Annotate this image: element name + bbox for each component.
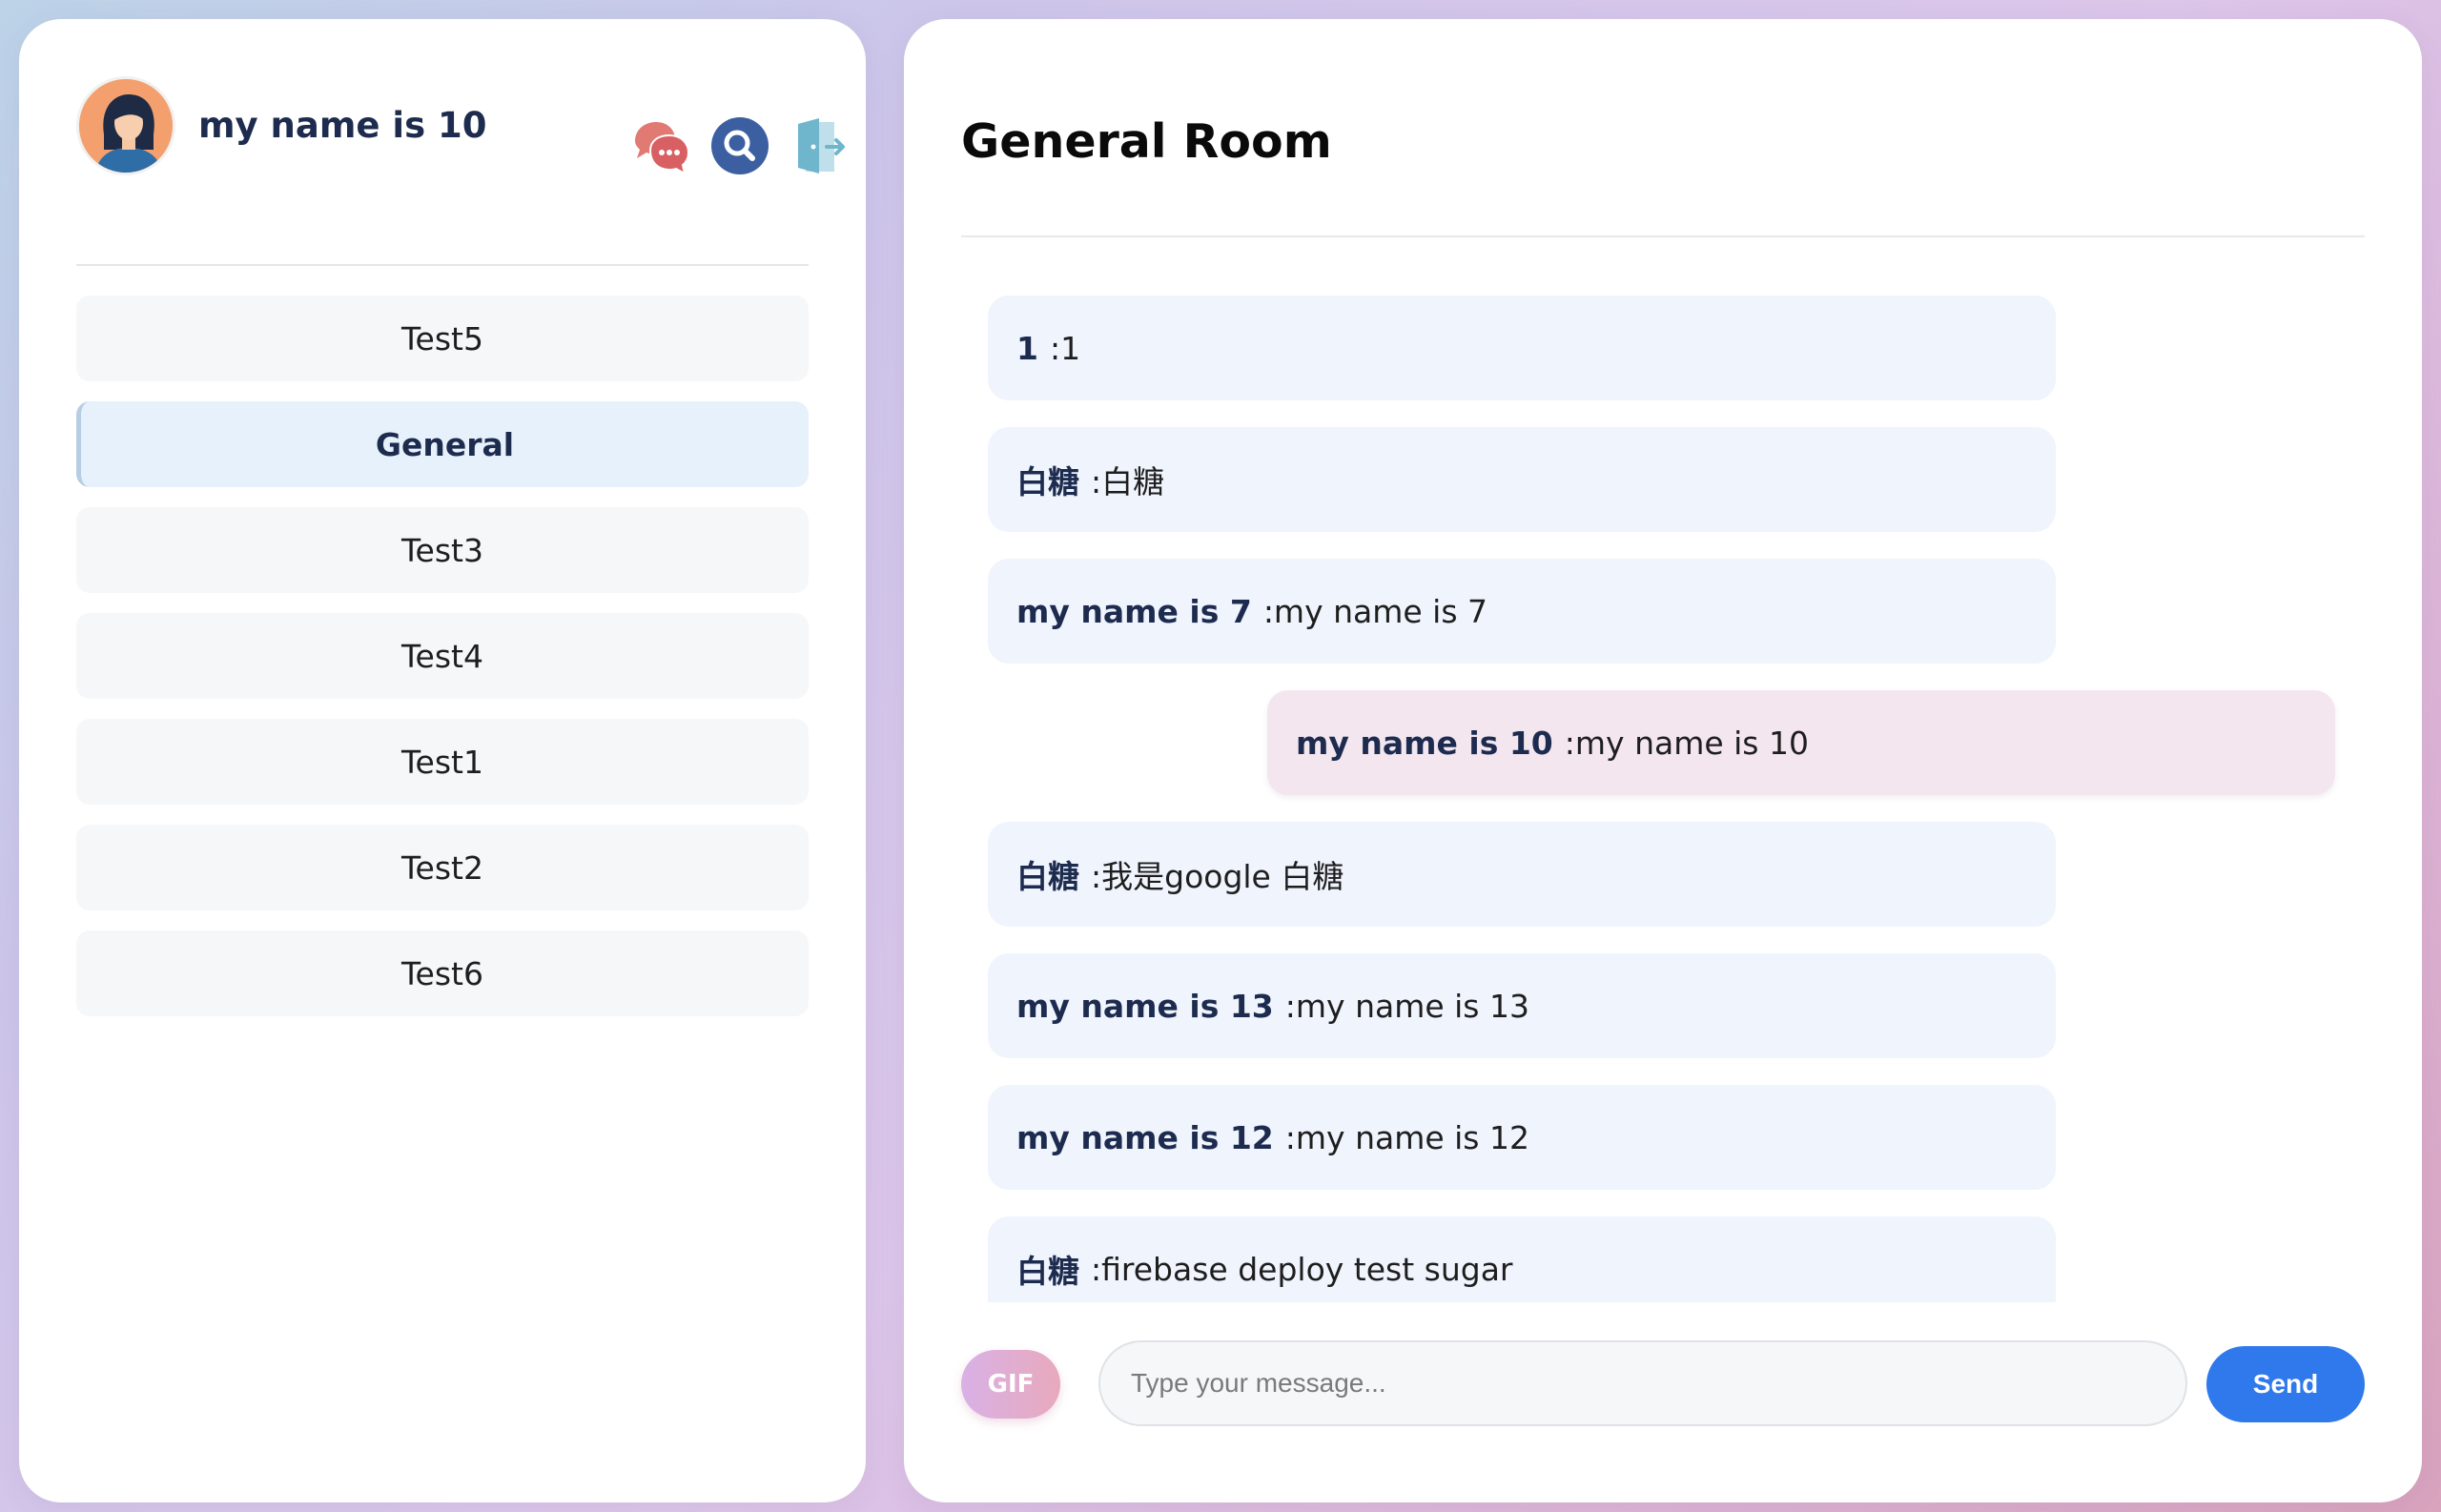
message-item: my name is 7 :my name is 7 <box>988 559 2056 664</box>
username: my name is 10 <box>198 105 487 146</box>
room-item-test5[interactable]: Test5 <box>76 296 809 381</box>
chat-panel: General Room 1 :1 白糖 :白糖 my name is 7 :m… <box>904 19 2422 1502</box>
message-item: my name is 13 :my name is 13 <box>988 953 2056 1058</box>
message-text: :1 <box>1049 329 1081 367</box>
search-icon[interactable] <box>708 114 771 177</box>
chat-bubbles-icon[interactable] <box>629 114 692 177</box>
logout-door-icon[interactable] <box>789 114 851 177</box>
message-sender: my name is 7 <box>1016 592 1252 630</box>
chat-divider <box>961 235 2365 237</box>
message-input[interactable] <box>1098 1340 2187 1426</box>
room-item-test4[interactable]: Test4 <box>76 613 809 699</box>
message-text: :my name is 13 <box>1284 987 1529 1025</box>
room-item-test1[interactable]: Test1 <box>76 719 809 805</box>
message-item: 白糖 :我是google 白糖 <box>988 822 2056 927</box>
message-text: :firebase deploy test sugar <box>1091 1250 1513 1288</box>
message-sender: my name is 13 <box>1016 987 1274 1025</box>
room-item-general[interactable]: General <box>76 401 809 487</box>
room-item-test3[interactable]: Test3 <box>76 507 809 593</box>
message-text: :白糖 <box>1091 463 1165 501</box>
own-message-item: my name is 10 :my name is 10 <box>1267 690 2335 795</box>
room-item-test2[interactable]: Test2 <box>76 825 809 910</box>
message-item: 1 :1 <box>988 296 2056 400</box>
user-profile-header: my name is 10 <box>76 76 845 181</box>
message-sender: 白糖 <box>1016 463 1079 501</box>
sidebar-divider <box>76 264 809 266</box>
message-sender: my name is 10 <box>1296 724 1553 762</box>
message-text: :我是google 白糖 <box>1091 858 1344 895</box>
page-title: General Room <box>961 114 1332 169</box>
message-item: 白糖 :白糖 <box>988 427 2056 532</box>
message-list[interactable]: 1 :1 白糖 :白糖 my name is 7 :my name is 7 m… <box>961 296 2365 1302</box>
room-list: Test5 General Test3 Test4 Test1 Test2 Te… <box>76 296 809 1036</box>
message-item: 白糖 :firebase deploy test sugar <box>988 1216 2056 1302</box>
woman-avatar-icon <box>79 79 173 173</box>
send-button[interactable]: Send <box>2206 1346 2365 1422</box>
room-item-test6[interactable]: Test6 <box>76 930 809 1016</box>
message-sender: 白糖 <box>1016 1253 1079 1290</box>
message-sender: 白糖 <box>1016 858 1079 895</box>
avatar <box>76 76 175 175</box>
message-text: :my name is 12 <box>1284 1118 1529 1156</box>
message-text: :my name is 10 <box>1564 724 1809 762</box>
message-text: :my name is 7 <box>1262 592 1488 630</box>
gif-button[interactable]: GIF <box>961 1350 1060 1419</box>
message-item: my name is 12 :my name is 12 <box>988 1085 2056 1190</box>
message-sender: 1 <box>1016 329 1038 367</box>
sidebar-panel: my name is 10 Test5 General Test3 Test4 … <box>19 19 866 1502</box>
message-sender: my name is 12 <box>1016 1118 1274 1156</box>
